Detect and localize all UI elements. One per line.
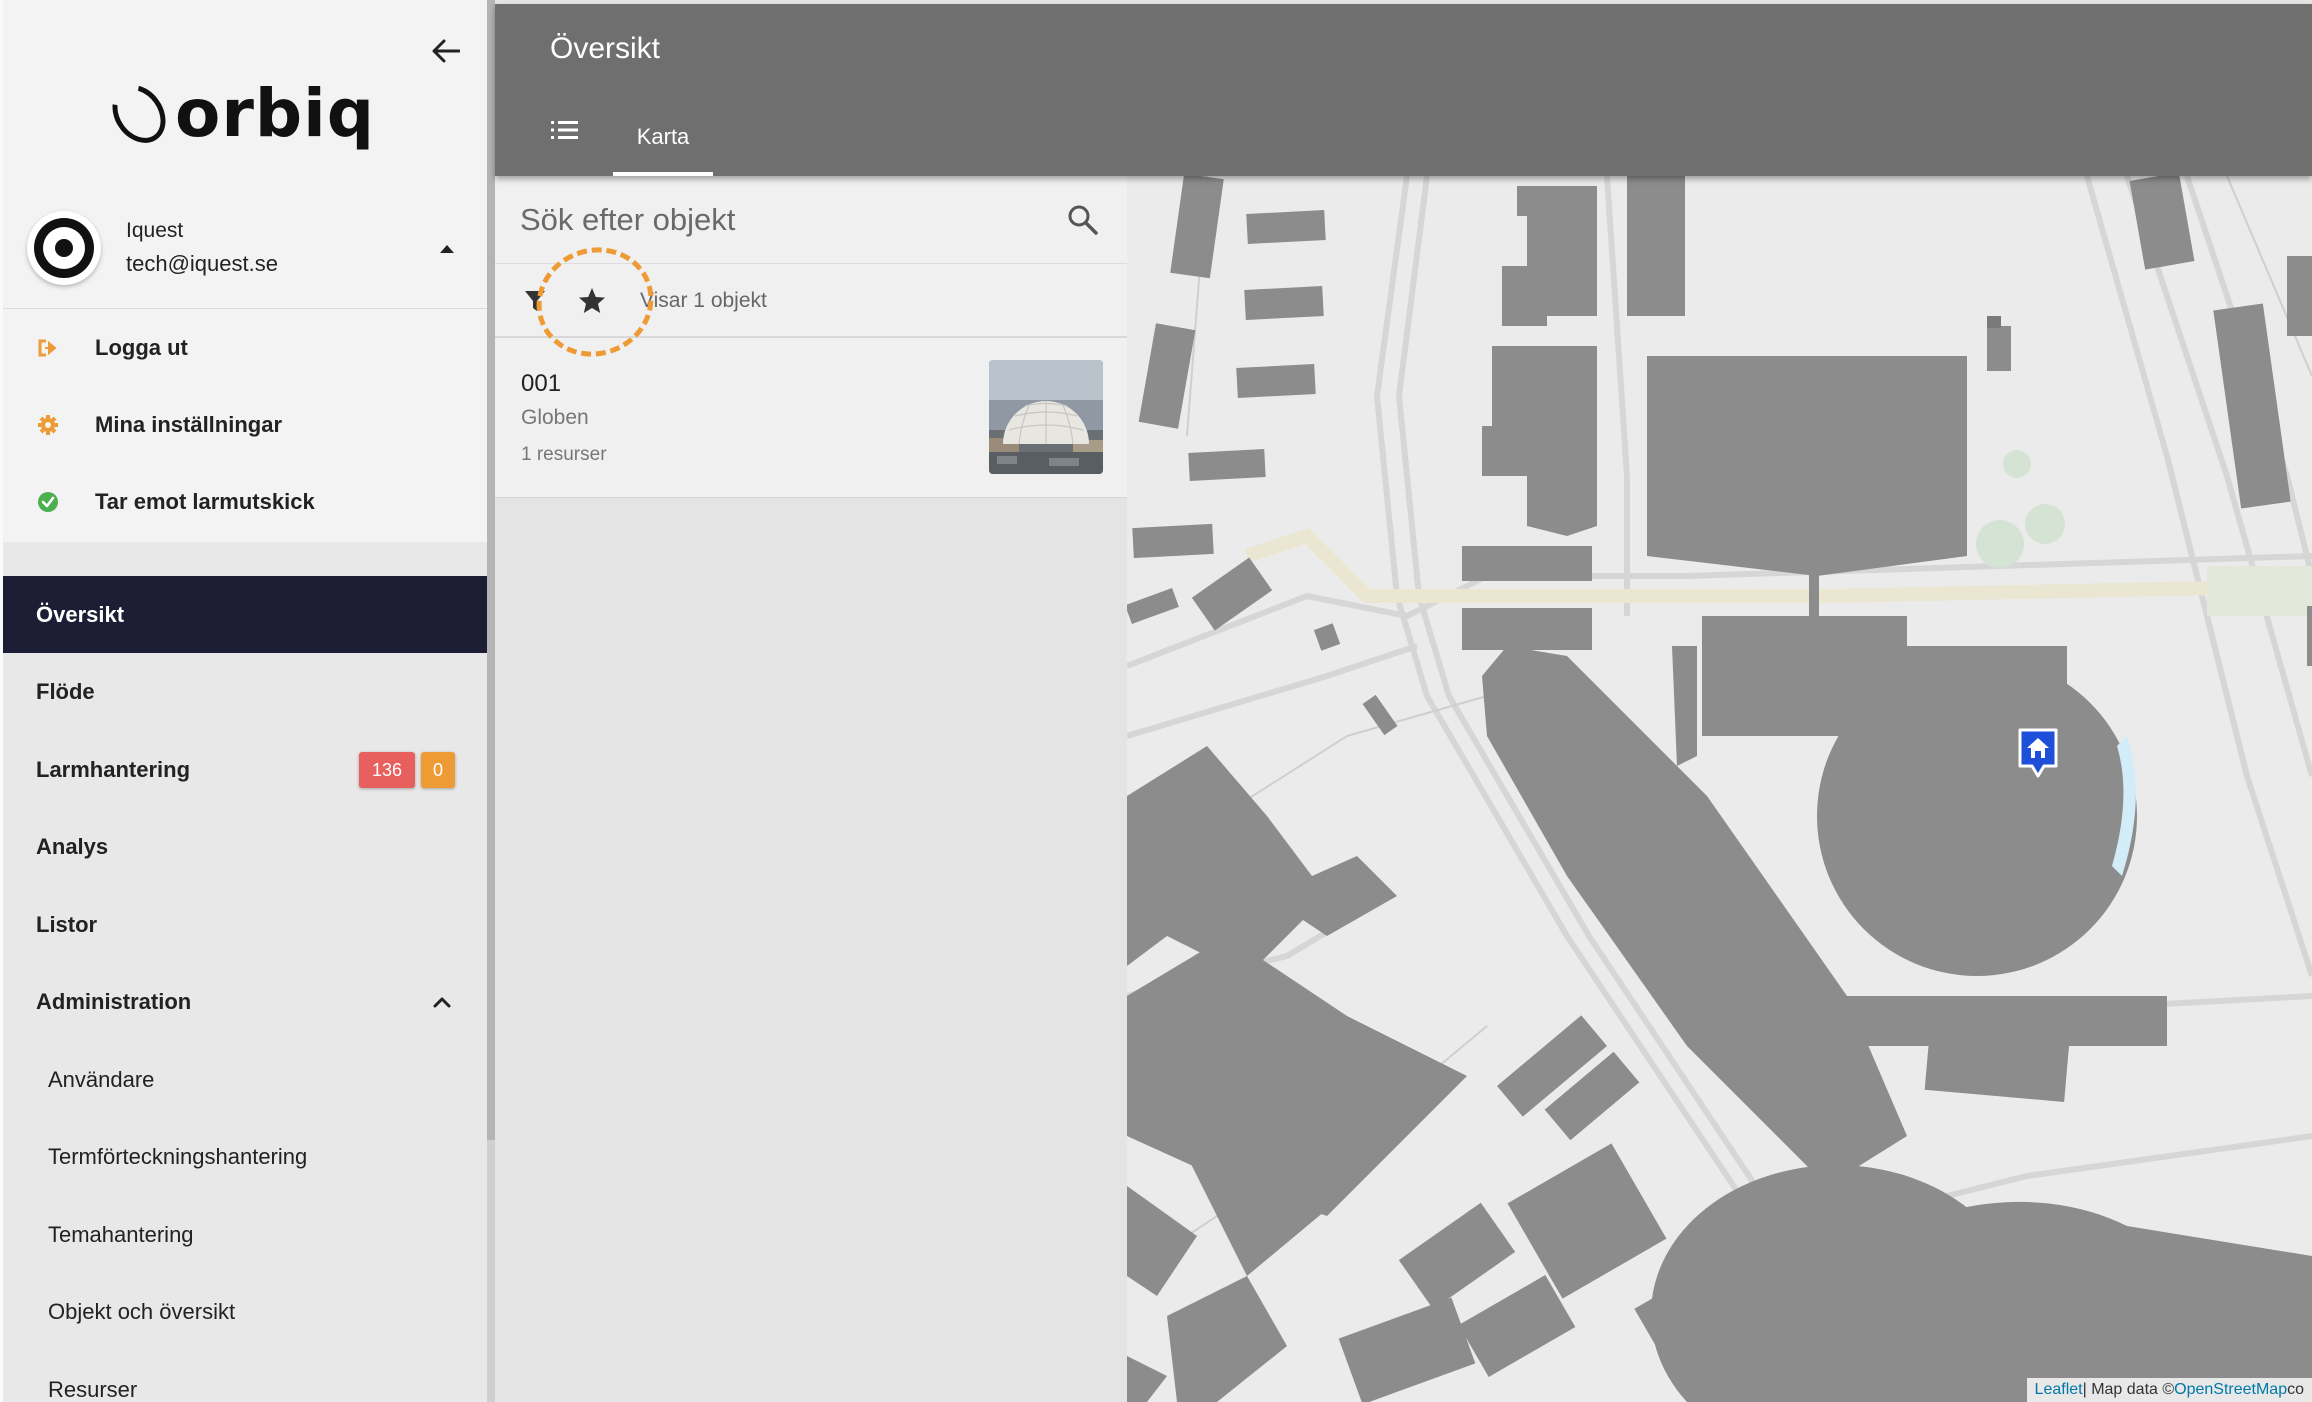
leaflet-link[interactable]: Leaflet	[2035, 1381, 2083, 1399]
object-thumbnail-image	[989, 360, 1103, 474]
app-root: orbiq Iquest tech@iquest.se Logga ut Min…	[0, 0, 2312, 1402]
sidebar-scrollbar[interactable]	[487, 0, 495, 1402]
object-resource-count: 1 resurser	[521, 444, 607, 465]
star-icon[interactable]	[577, 286, 607, 316]
map-canvas	[1127, 176, 2312, 1402]
nav-item-label: Analys	[36, 833, 109, 859]
nav-subitem-label: Objekt och översikt	[48, 1298, 236, 1324]
search-bar	[495, 176, 1127, 264]
attribution-tail: co	[2287, 1381, 2304, 1398]
map-view[interactable]: Leaflet | Map data © OpenStreetMap co	[1127, 176, 2312, 1402]
nav-item-flode[interactable]: Flöde	[3, 653, 487, 730]
list-item[interactable]: 001 Globen 1 resurser	[495, 338, 1127, 498]
filter-icon[interactable]	[523, 288, 547, 314]
nav-subitem-termforteckning[interactable]: Termförteckningshantering	[3, 1118, 487, 1195]
alarm-count-badge: 136	[359, 752, 415, 788]
logo-text: orbiq	[174, 75, 375, 152]
logout-button[interactable]: Logga ut	[3, 310, 487, 386]
caret-up-icon	[440, 245, 454, 253]
object-name: Globen	[521, 406, 589, 429]
avatar	[27, 211, 101, 285]
nav-subitem-temahantering[interactable]: Temahantering	[3, 1196, 487, 1273]
nav-subitem-label: Termförteckningshantering	[48, 1143, 308, 1169]
settings-button[interactable]: Mina inställningar	[3, 387, 487, 463]
top-app-bar: Översikt Karta	[495, 4, 2312, 176]
nav-item-larmhantering[interactable]: Larmhantering 136 0	[3, 731, 487, 808]
object-list-panel: Visar 1 objekt 001 Globen 1 resurser	[495, 176, 1127, 1402]
nav-item-label: Flöde	[36, 678, 95, 704]
logo-ring-icon	[101, 74, 177, 154]
search-icon[interactable]	[1065, 202, 1101, 238]
attribution-separator: | Map data ©	[2082, 1381, 2175, 1398]
user-name: Iquest	[126, 219, 184, 242]
user-account-toggle[interactable]: Iquest tech@iquest.se	[3, 205, 487, 309]
nav-subitem-label: Resurser	[48, 1376, 138, 1402]
check-circle-icon	[37, 491, 59, 513]
nav-item-oversikt[interactable]: Översikt	[3, 576, 487, 653]
nav-item-label: Larmhantering	[36, 756, 191, 782]
settings-label: Mina inställningar	[95, 412, 283, 437]
filter-row: Visar 1 objekt	[495, 264, 1127, 338]
chevron-up-icon	[431, 991, 453, 1013]
orbiq-logo: orbiq	[101, 74, 375, 154]
sign-out-icon	[37, 337, 59, 359]
sidebar-top: orbiq Iquest tech@iquest.se Logga ut Min…	[3, 0, 487, 542]
map-attribution: Leaflet | Map data © OpenStreetMap co	[2026, 1378, 2312, 1402]
nav-subitem-label: Temahantering	[48, 1221, 194, 1247]
alarm-notifications-label: Tar emot larmutskick	[95, 489, 315, 514]
back-arrow-icon[interactable]	[423, 28, 469, 74]
object-count-text: Visar 1 objekt	[640, 289, 767, 312]
page-title: Översikt	[550, 32, 661, 65]
sidebar-scroll-thumb[interactable]	[487, 0, 495, 1140]
nav-item-label: Listor	[36, 911, 98, 937]
nav-subitem-anvandare[interactable]: Användare	[3, 1041, 487, 1118]
alarm-notifications-toggle[interactable]: Tar emot larmutskick	[3, 464, 487, 540]
tab-karta[interactable]: Karta	[613, 102, 713, 176]
nav-item-administration[interactable]: Administration	[3, 963, 487, 1040]
nav-item-analys[interactable]: Analys	[3, 808, 487, 885]
nav-item-label: Översikt	[36, 601, 125, 627]
user-email: tech@iquest.se	[126, 251, 278, 276]
alarm-pending-badge: 0	[421, 752, 455, 788]
nav-subitem-label: Användare	[48, 1066, 155, 1092]
sidebar: orbiq Iquest tech@iquest.se Logga ut Min…	[0, 0, 495, 1402]
nav-item-label: Administration	[36, 988, 192, 1014]
list-view-icon[interactable]	[549, 118, 581, 146]
nav-item-listor[interactable]: Listor	[3, 886, 487, 963]
object-id: 001	[521, 370, 562, 397]
gear-icon	[37, 414, 59, 436]
nav-subitem-objekt[interactable]: Objekt och översikt	[3, 1273, 487, 1350]
nav-subitem-resurser[interactable]: Resurser	[3, 1351, 487, 1402]
openstreetmap-link[interactable]: OpenStreetMap	[2174, 1381, 2287, 1399]
logout-label: Logga ut	[95, 335, 188, 360]
tab-karta-label: Karta	[636, 124, 690, 149]
search-input[interactable]	[520, 196, 1040, 244]
home-marker-icon[interactable]	[2016, 728, 2060, 780]
